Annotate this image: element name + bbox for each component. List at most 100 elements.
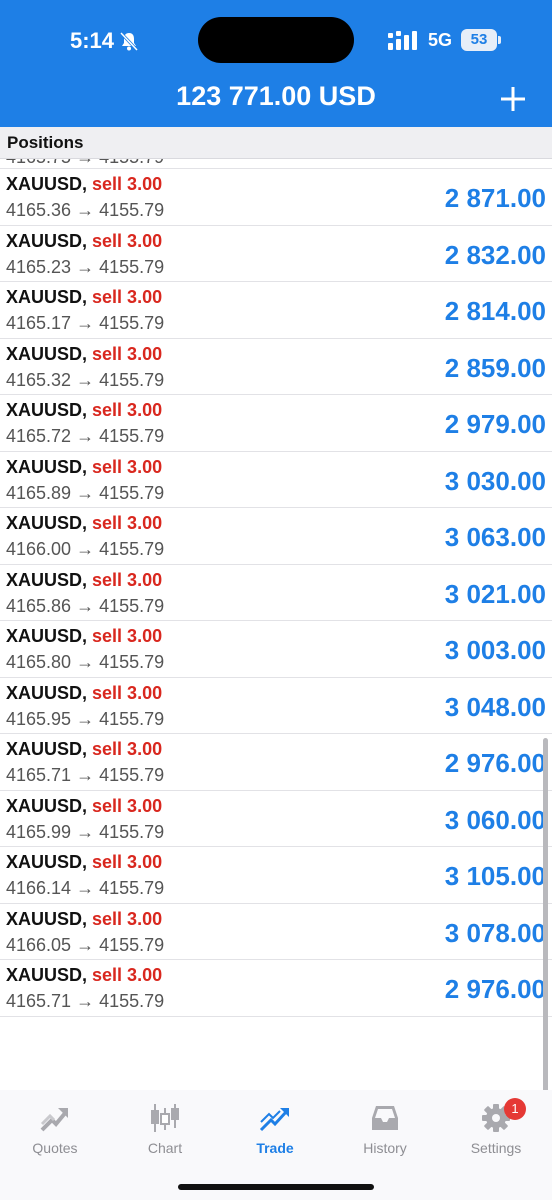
- position-row[interactable]: XAUUSD, sell 3.00 4165.86 → 4155.79 3 021.…: [0, 565, 552, 621]
- position-title: XAUUSD, sell 3.00: [6, 626, 162, 647]
- signal-icon: [388, 31, 417, 50]
- position-row[interactable]: XAUUSD, sell 3.00 4165.17 → 4155.79 2 814.…: [0, 282, 552, 339]
- position-title: XAUUSD, sell 3.00: [6, 965, 162, 986]
- position-row[interactable]: XAUUSD, sell 3.00 4166.00 → 4155.79 3 063.…: [0, 508, 552, 565]
- symbol-label: XAUUSD,: [6, 795, 88, 816]
- order-type-label: sell 3.00: [92, 287, 163, 307]
- position-row[interactable]: XAUUSD, sell 3.00 4165.23 → 4155.79 2 832.…: [0, 226, 552, 282]
- price-range: 4166.14 → 4155.79: [6, 878, 165, 898]
- tab-trade[interactable]: Trade: [225, 1102, 325, 1162]
- symbol-label: XAUUSD,: [6, 400, 88, 420]
- tab-label: Trade: [256, 1140, 294, 1156]
- order-type-label: sell 3.00: [92, 739, 163, 759]
- profit-value: 2 976.00: [444, 974, 546, 1004]
- order-type-label: sell 3.00: [92, 513, 163, 533]
- position-row[interactable]: XAUUSD, sell 3.00 4165.80 → 4155.79 3 003.…: [0, 621, 552, 678]
- position-row[interactable]: XAUUSD, sell 3.00 4165.71 → 4155.79 2 976.…: [0, 960, 552, 1017]
- quotes-icon: [40, 1108, 68, 1132]
- symbol-label: XAUUSD,: [6, 174, 88, 194]
- position-title: XAUUSD, sell 3.00: [6, 513, 162, 534]
- symbol-label: XAUUSD,: [6, 343, 88, 364]
- order-type-label: sell 3.00: [92, 569, 163, 590]
- position-row[interactable]: XAUUSD, sell 3.00 4165.72 → 4155.79 2 979.…: [0, 395, 552, 452]
- order-type-label: sell 3.00: [92, 965, 163, 985]
- symbol-label: XAUUSD,: [6, 513, 88, 533]
- symbol-label: XAUUSD,: [6, 626, 88, 646]
- position-title: XAUUSD, sell 3.00: [6, 174, 162, 195]
- position-row[interactable]: XAUUSD, sell 3.00 4165.95 → 4155.79 3 048.…: [0, 678, 552, 734]
- tab-settings[interactable]: 1 Settings: [446, 1098, 546, 1162]
- bell-muted-icon: [119, 31, 139, 52]
- account-balance: 123 771.00 USD: [176, 81, 376, 111]
- profit-value: 3 003.00: [444, 635, 546, 665]
- position-title: XAUUSD, sell 3.00: [6, 570, 162, 591]
- battery-level: 53: [461, 29, 497, 51]
- price-range: 4165.99 → 4155.79: [6, 821, 165, 842]
- inbox-icon: [372, 1106, 398, 1130]
- price-range: 4165.86 → 4155.79: [6, 595, 165, 616]
- order-type-label: sell 3.00: [92, 400, 163, 420]
- position-title: XAUUSD, sell 3.00: [6, 739, 162, 760]
- tab-history[interactable]: History: [335, 1102, 435, 1162]
- position-row[interactable]: XAUUSD, sell 3.00 4165.99 → 4155.79 3 060.…: [0, 791, 552, 847]
- position-row[interactable]: XAUUSD, sell 3.00 4165.32 → 4155.79 2 859.…: [0, 339, 552, 395]
- position-row[interactable]: XAUUSD, sell 3.00 4165.71 → 4155.79 2 976.…: [0, 734, 552, 791]
- profit-value: 2 871.00: [444, 183, 546, 213]
- position-row[interactable]: XAUUSD, sell 3.00 4165.89 → 4155.79 3 030.…: [0, 452, 552, 508]
- profit-value: 3 063.00: [444, 522, 546, 552]
- symbol-label: XAUUSD,: [6, 965, 88, 985]
- status-time: 5:14: [70, 28, 115, 53]
- price-range: 4165.89 → 4155.79: [6, 482, 165, 503]
- order-type-label: sell 3.00: [92, 343, 163, 364]
- order-type-label: sell 3.00: [92, 682, 163, 703]
- section-title: Positions: [7, 133, 84, 152]
- scrollbar[interactable]: [543, 738, 548, 1093]
- position-row[interactable]: XAUUSD, sell 3.00 4166.05 → 4155.79 3 078.…: [0, 904, 552, 960]
- tab-quotes[interactable]: Quotes: [5, 1102, 105, 1162]
- tab-label: History: [363, 1140, 407, 1156]
- position-title: XAUUSD, sell 3.00: [6, 457, 162, 478]
- profit-value: 2 976.00: [444, 748, 546, 778]
- positions-section-header: Positions: [0, 127, 552, 159]
- add-order-button[interactable]: [498, 84, 528, 114]
- price-range: 4165.17 → 4155.79: [6, 313, 165, 333]
- profit-value: 2 814.00: [444, 296, 546, 326]
- dynamic-island: [198, 17, 354, 63]
- position-title: XAUUSD, sell 3.00: [6, 231, 162, 252]
- position-title: XAUUSD, sell 3.00: [6, 796, 162, 817]
- price-range: 4165.80 → 4155.79: [6, 652, 165, 672]
- price-range: 4165.95 → 4155.79: [6, 708, 165, 729]
- position-row[interactable]: XAUUSD, sell 3.00 4165.36 → 4155.79 2 871.…: [0, 169, 552, 226]
- tab-chart[interactable]: Chart: [115, 1102, 215, 1162]
- profit-value: 3 021.00: [444, 578, 546, 609]
- profit-value: 2 979.00: [444, 409, 546, 439]
- symbol-label: XAUUSD,: [6, 682, 88, 703]
- profit-value: 3 078.00: [444, 917, 546, 948]
- price-range: 4166.00 → 4155.79: [6, 539, 165, 559]
- partial-row-prices: 4165.75 → 4155.79: [6, 159, 164, 168]
- battery-icon: 53: [461, 29, 501, 51]
- tab-label: Quotes: [32, 1140, 78, 1156]
- profit-value: 3 030.00: [444, 465, 546, 496]
- price-range: 4165.36 → 4155.79: [6, 200, 165, 220]
- order-type-label: sell 3.00: [92, 174, 163, 194]
- positions-list[interactable]: 4165.75 → 4155.79 XAUUSD, sell 3.00 4165.…: [0, 159, 552, 1019]
- price-range: 4165.71 → 4155.79: [6, 991, 165, 1011]
- price-range: 4165.32 → 4155.79: [6, 369, 165, 390]
- position-row[interactable]: XAUUSD, sell 3.00 4166.14 → 4155.79 3 105.…: [0, 847, 552, 904]
- partial-row[interactable]: 4165.75 → 4155.79: [0, 159, 552, 169]
- profit-value: 2 859.00: [444, 352, 546, 383]
- position-title: XAUUSD, sell 3.00: [6, 344, 162, 365]
- symbol-label: XAUUSD,: [6, 908, 88, 929]
- profit-value: 3 060.00: [444, 804, 546, 835]
- order-type-label: sell 3.00: [92, 456, 163, 477]
- positions-rows: XAUUSD, sell 3.00 4165.36 → 4155.79 2 871.…: [0, 169, 552, 1017]
- order-type-label: sell 3.00: [92, 230, 163, 251]
- home-indicator[interactable]: [178, 1184, 374, 1190]
- top-bar: 5:14 5G 53 123 771.00 USD: [0, 0, 552, 127]
- candlestick-icon: [151, 1104, 179, 1132]
- symbol-label: XAUUSD,: [6, 852, 88, 872]
- price-range: 4165.71 → 4155.79: [6, 765, 165, 785]
- order-type-label: sell 3.00: [92, 852, 163, 872]
- tab-label: Chart: [147, 1140, 183, 1156]
